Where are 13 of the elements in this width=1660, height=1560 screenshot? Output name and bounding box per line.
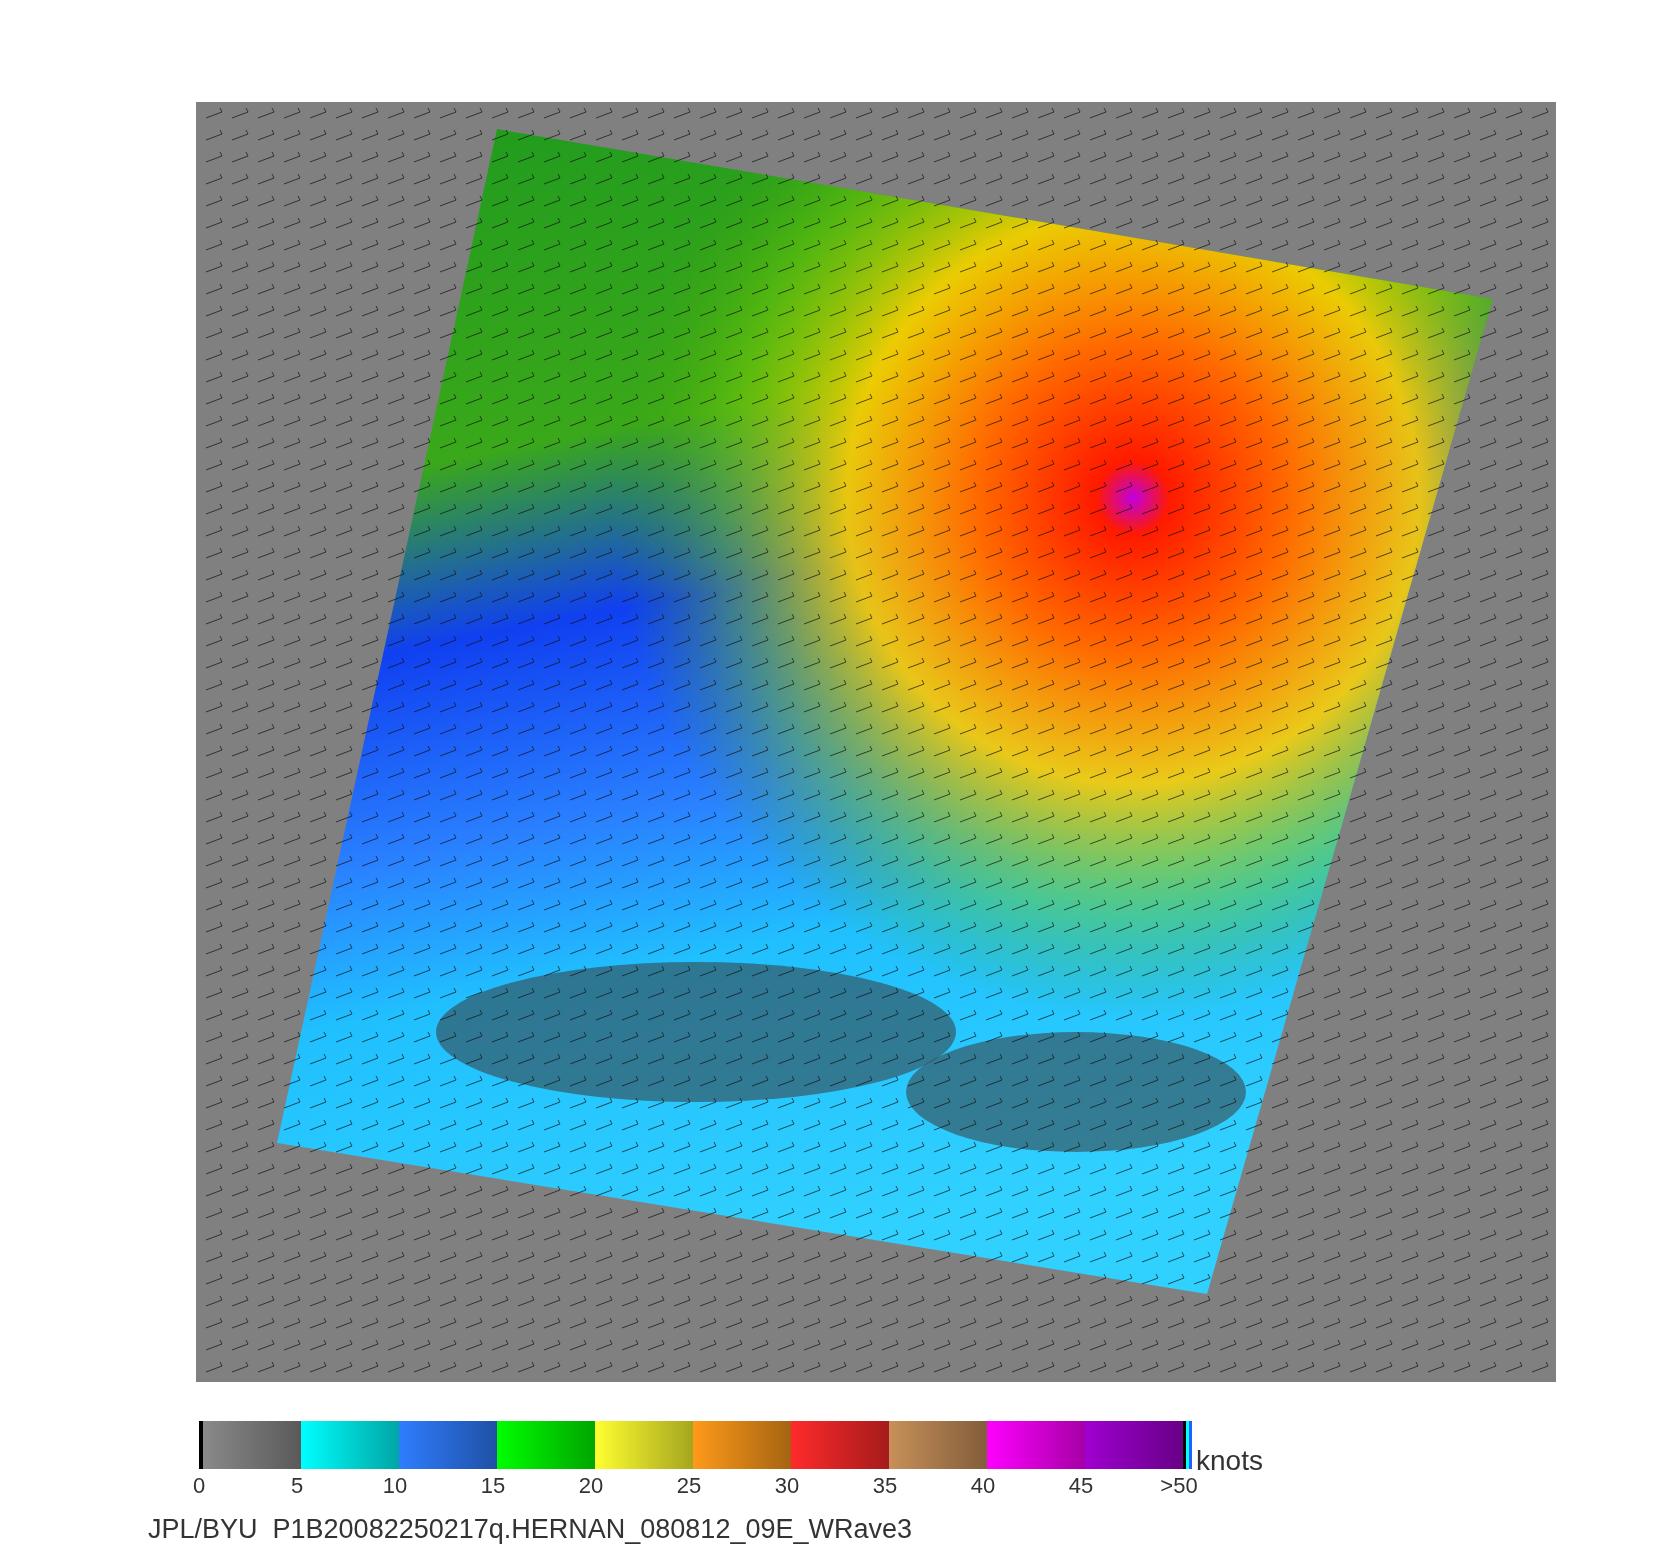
tick-label: 15 bbox=[480, 1475, 506, 1497]
tick-label: 10 bbox=[382, 1475, 408, 1497]
tick-label: 5 bbox=[290, 1475, 304, 1497]
tick-label: 35 bbox=[872, 1475, 898, 1497]
tick-label: >50 bbox=[1160, 1475, 1198, 1497]
tick-label: 25 bbox=[676, 1475, 702, 1497]
tick-label: 0 bbox=[192, 1475, 206, 1497]
tick-label: 45 bbox=[1068, 1475, 1094, 1497]
tick-label: 40 bbox=[970, 1475, 996, 1497]
tick-label: 30 bbox=[774, 1475, 800, 1497]
unit-label: knots bbox=[1196, 1447, 1263, 1475]
caption: JPL/BYU P1B20082250217q.HERNAN_080812_09E_WRave3 bbox=[148, 1514, 912, 1544]
tick-label: 20 bbox=[578, 1475, 604, 1497]
